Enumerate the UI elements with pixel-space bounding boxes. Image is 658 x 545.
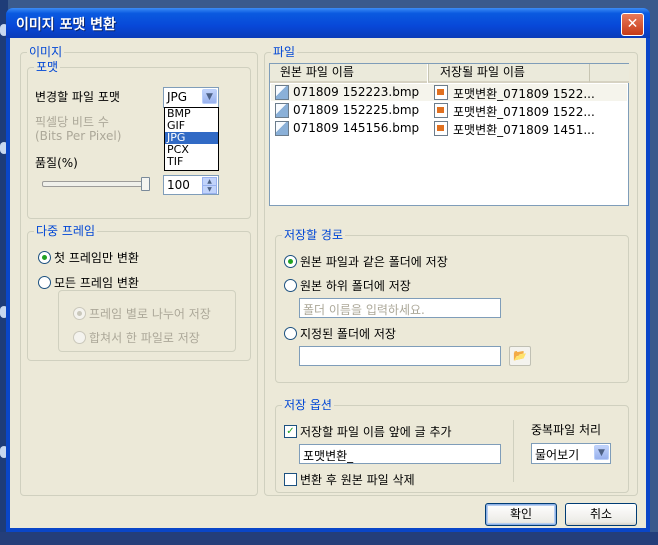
file-row-target: 포맷변환_071809 1522... [453, 105, 595, 119]
folder-path-input[interactable] [299, 346, 501, 366]
format-dropdown-list[interactable]: BMP GIF JPG PCX TIF [164, 107, 219, 171]
save-path-group: 저장할 경로 원본 파일과 같은 폴더에 저장 원본 하위 폴더에 저장 폴더 … [275, 228, 629, 383]
duplicate-handling-value: 물어보기 [535, 448, 580, 462]
options-divider [513, 420, 514, 482]
same-folder-label[interactable]: 원본 파일과 같은 폴더에 저장 [300, 253, 448, 270]
sub-folder-placeholder: 폴더 이름을 입력하세요. [303, 303, 425, 317]
file-row-target: 포맷변환_071809 1522... [453, 87, 595, 101]
title-bar[interactable]: 이미지 포맷 변환 ✕ [6, 8, 650, 38]
save-options-legend: 저장 옵션 [282, 398, 334, 412]
all-frames-label[interactable]: 모든 프레임 변환 [54, 274, 139, 291]
format-option[interactable]: TIF [165, 156, 218, 168]
file-row[interactable]: 071809 145156.bmp 포맷변환_071809 1451... [271, 120, 627, 137]
column-header-filler [589, 64, 629, 83]
split-frames-radio[interactable] [73, 307, 86, 320]
first-frame-label[interactable]: 첫 프레임만 변환 [54, 249, 139, 266]
dialog-client-area: 이미지 포맷 변경할 파일 포맷 JPG ▼ BMP GIF JPG PCX T… [10, 38, 646, 528]
column-header-target[interactable]: 저장될 파일 이름 [428, 64, 589, 83]
duplicate-handling-label: 중복파일 처리 [531, 423, 602, 437]
duplicate-handling-select[interactable]: 물어보기 ▼ [531, 443, 611, 464]
split-frames-label[interactable]: 프레임 별로 나누어 저장 [89, 305, 211, 322]
ok-button[interactable]: 확인 [485, 503, 557, 526]
image-group-legend: 이미지 [27, 45, 65, 59]
sub-folder-label[interactable]: 원본 하위 폴더에 저장 [300, 277, 411, 294]
save-options-group: 저장 옵션 ✓ 저장할 파일 이름 앞에 글 추가 포맷변환_ 변환 후 원본 … [275, 398, 629, 493]
file-row-target: 포맷변환_071809 1451... [453, 123, 595, 137]
bmp-file-icon [275, 85, 289, 100]
folder-browse-icon[interactable]: 📂 [509, 346, 531, 366]
image-file-icon [434, 85, 448, 100]
bpp-label: 픽셀당 비트 수 [35, 115, 109, 129]
target-format-label: 변경할 파일 포맷 [35, 90, 120, 104]
file-row[interactable]: 071809 152225.bmp 포맷변환_071809 1522... [271, 102, 627, 119]
image-file-icon [434, 121, 448, 136]
quality-value: 100 [167, 178, 190, 192]
column-header-source[interactable]: 원본 파일 이름 [270, 64, 427, 83]
desktop-background [0, 532, 658, 545]
file-list-view[interactable]: 원본 파일 이름 저장될 파일 이름 071809 152223.bmp 포맷변… [269, 63, 629, 206]
spin-down-icon[interactable]: ▼ [202, 185, 217, 194]
chevron-down-icon[interactable]: ▼ [594, 445, 609, 460]
save-path-legend: 저장할 경로 [282, 228, 346, 242]
file-row-source: 071809 152225.bmp [293, 103, 420, 117]
file-row-source: 071809 145156.bmp [293, 121, 420, 135]
file-group: 파일 원본 파일 이름 저장될 파일 이름 071809 152223.bmp … [264, 45, 638, 496]
bpp-sublabel: (Bits Per Pixel) [35, 129, 122, 143]
image-file-icon [434, 103, 448, 118]
file-row[interactable]: 071809 152223.bmp 포맷변환_071809 1522... [271, 84, 627, 101]
format-group: 포맷 변경할 파일 포맷 JPG ▼ BMP GIF JPG PCX TIF 픽… [27, 60, 251, 219]
merge-frames-label[interactable]: 합쳐서 한 파일로 저장 [89, 329, 200, 346]
quality-label: 품질(%) [35, 156, 78, 170]
file-row-source: 071809 152223.bmp [293, 85, 420, 99]
column-target-label: 저장될 파일 이름 [440, 65, 525, 79]
close-button[interactable]: ✕ [621, 13, 644, 36]
target-format-select[interactable]: JPG ▼ [163, 87, 219, 108]
delete-original-label[interactable]: 변환 후 원본 파일 삭제 [300, 471, 415, 488]
file-group-legend: 파일 [271, 45, 298, 59]
prefix-text-value: 포맷변환_ [303, 449, 354, 463]
multiframe-group: 다중 프레임 첫 프레임만 변환 모든 프레임 변환 프레임 별로 나누어 저장… [27, 224, 251, 361]
target-format-value: JPG [167, 90, 188, 104]
format-group-legend: 포맷 [34, 60, 61, 74]
same-folder-radio[interactable] [284, 255, 297, 268]
format-convert-dialog: 이미지 포맷 변환 ✕ 이미지 포맷 변경할 파일 포맷 JPG ▼ BMP G… [6, 8, 650, 532]
merge-frames-radio[interactable] [73, 331, 86, 344]
specified-folder-radio[interactable] [284, 327, 297, 340]
delete-original-checkbox[interactable] [284, 473, 297, 486]
all-frames-radio[interactable] [38, 276, 51, 289]
quality-spinbox[interactable]: 100 ▲ ▼ [163, 175, 219, 195]
first-frame-radio[interactable] [38, 251, 51, 264]
quality-slider-thumb[interactable] [141, 177, 150, 191]
bmp-file-icon [275, 103, 289, 118]
window-title: 이미지 포맷 변환 [16, 17, 116, 33]
multiframe-group-legend: 다중 프레임 [34, 224, 98, 238]
image-group: 이미지 포맷 변경할 파일 포맷 JPG ▼ BMP GIF JPG PCX T… [20, 45, 258, 496]
prefix-checkbox[interactable]: ✓ [284, 425, 297, 438]
specified-folder-label[interactable]: 지정된 폴더에 저장 [300, 325, 396, 342]
frame-save-mode-group: 프레임 별로 나누어 저장 합쳐서 한 파일로 저장 [58, 290, 236, 352]
column-source-label: 원본 파일 이름 [280, 65, 354, 79]
cancel-button[interactable]: 취소 [565, 503, 637, 526]
chevron-down-icon[interactable]: ▼ [202, 89, 217, 104]
sub-folder-radio[interactable] [284, 279, 297, 292]
bmp-file-icon [275, 121, 289, 136]
prefix-text-input[interactable]: 포맷변환_ [299, 444, 501, 464]
sub-folder-name-input[interactable]: 폴더 이름을 입력하세요. [299, 298, 501, 318]
quality-slider[interactable] [42, 181, 150, 187]
prefix-checkbox-label[interactable]: 저장할 파일 이름 앞에 글 추가 [300, 423, 452, 440]
